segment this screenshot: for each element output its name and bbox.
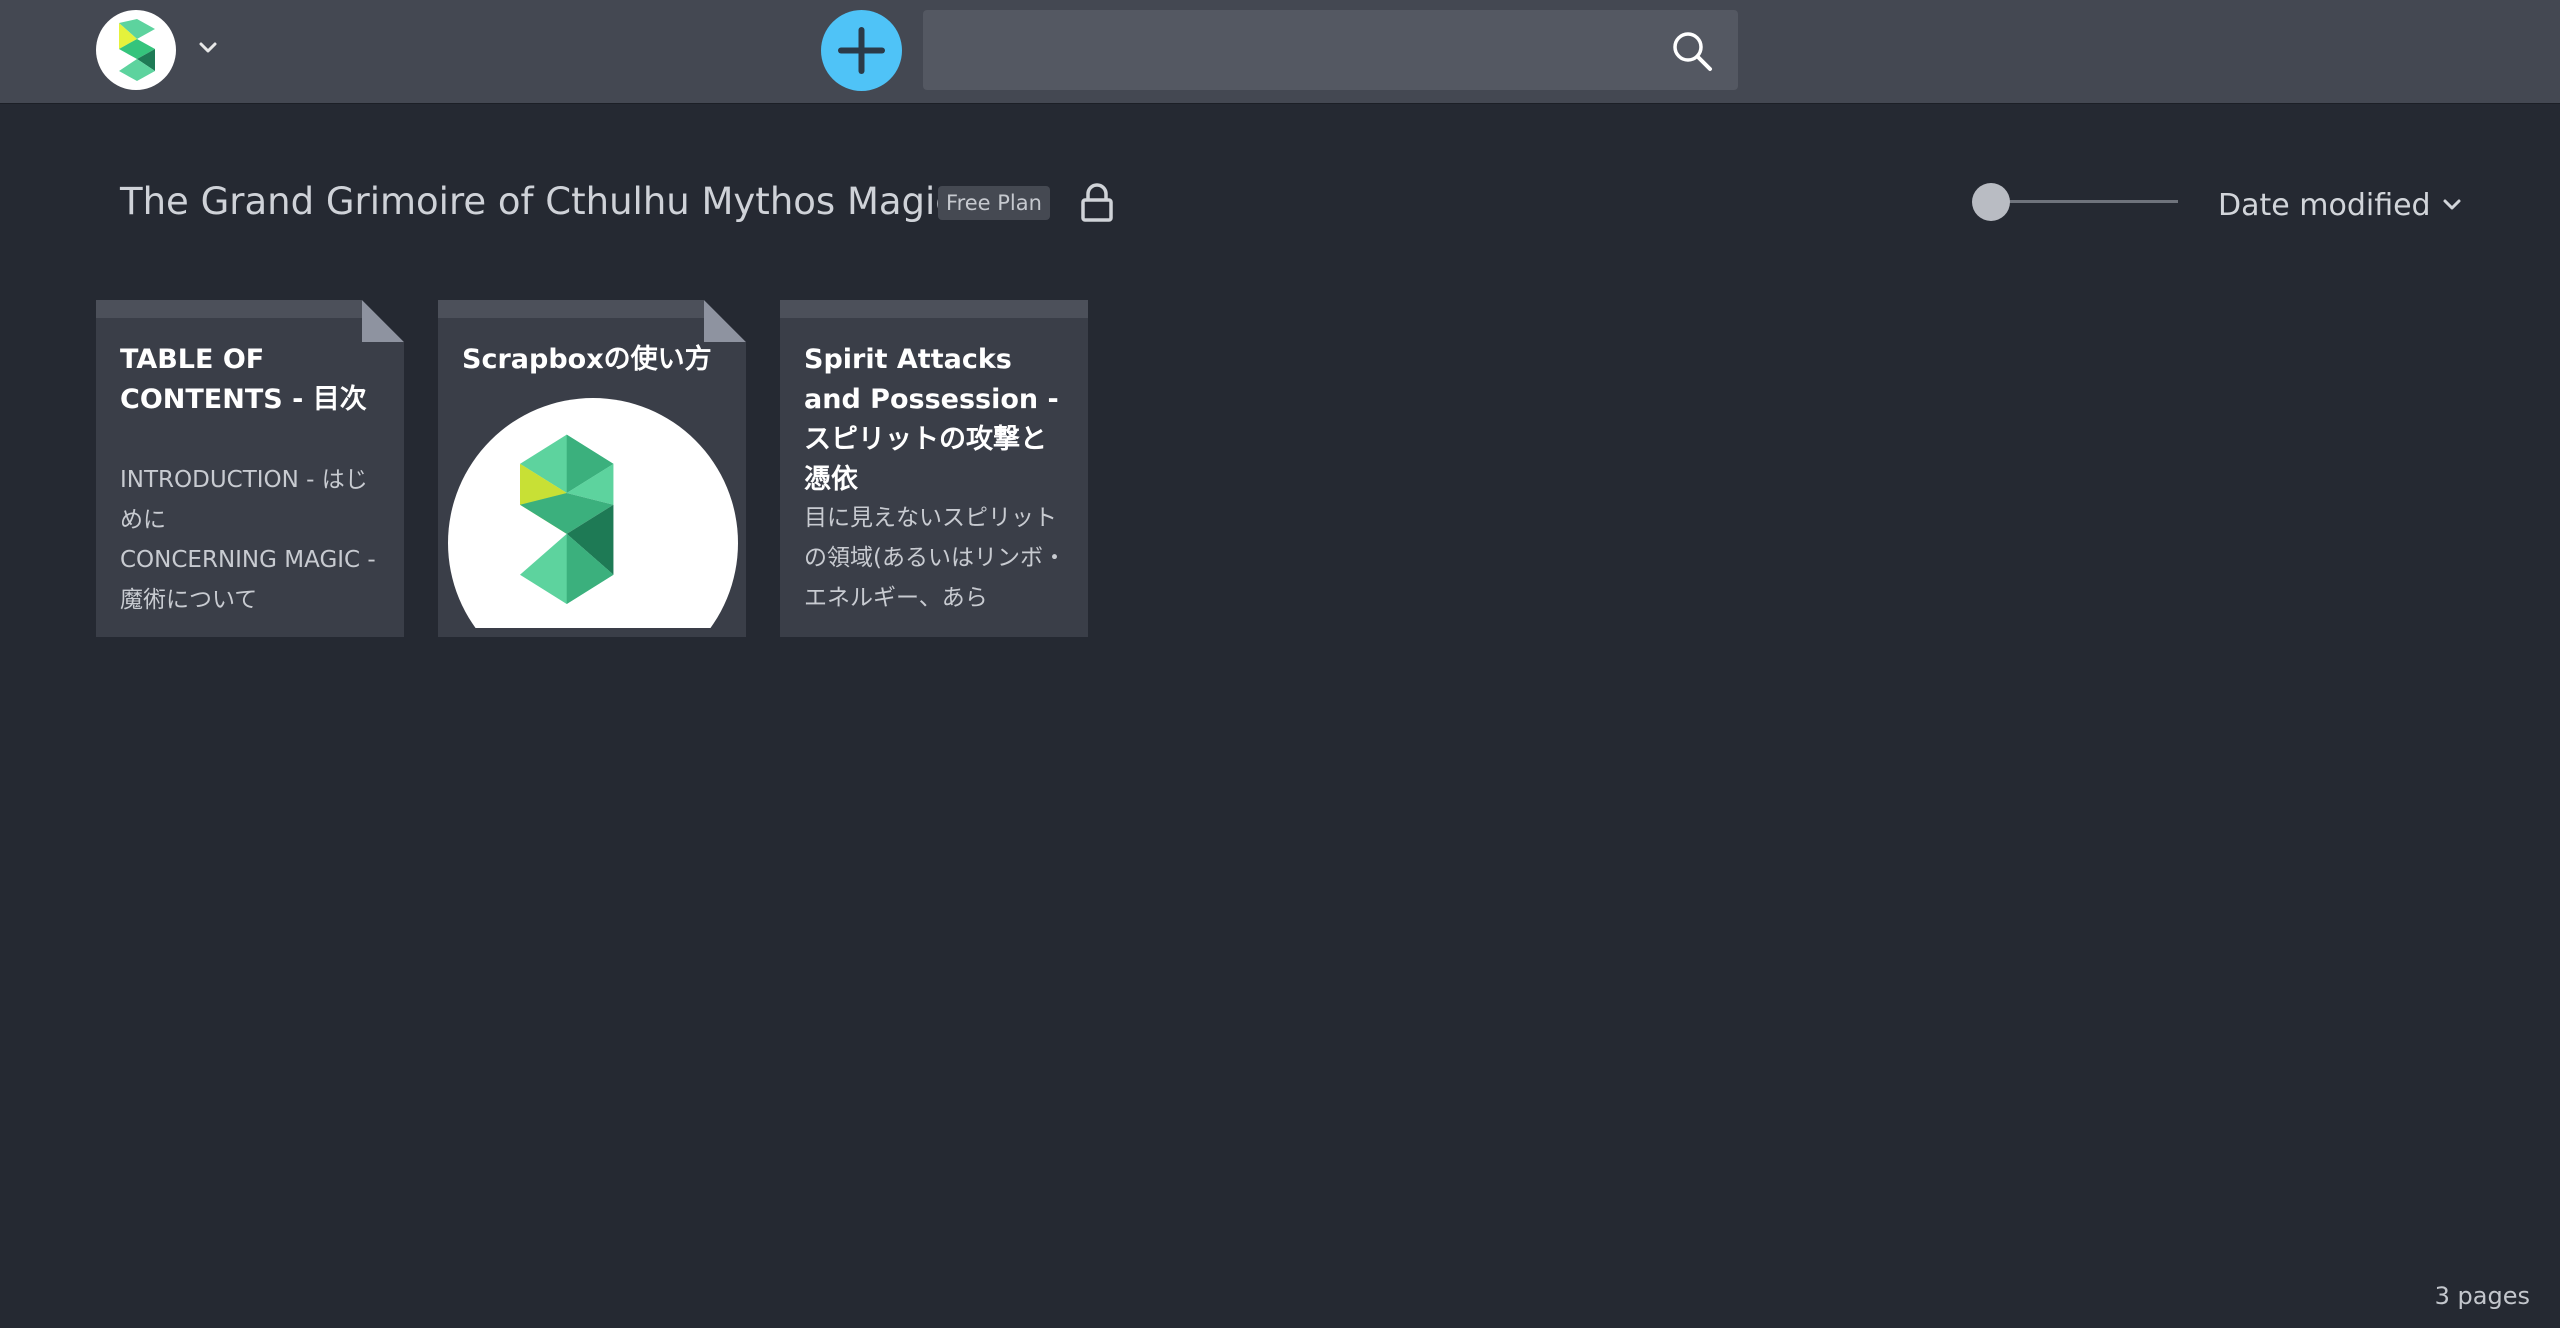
card-top-bar: [780, 300, 1088, 318]
search-box: [923, 10, 1738, 90]
project-title: The Grand Grimoire of Cthulhu Mythos Mag…: [120, 180, 956, 223]
page-card-title: Scrapboxの使い方: [462, 344, 712, 375]
scrapbox-logo-icon: [119, 19, 155, 81]
slider-track: [1984, 200, 2178, 203]
page-count: 3 pages: [2434, 1282, 2530, 1310]
page-card-description: INTRODUCTION - はじめに CONCERNING MAGIC - 魔…: [120, 467, 376, 613]
page-fold-icon: [704, 300, 746, 342]
page-card-how-to-use-scrapbox[interactable]: Scrapboxの使い方: [438, 300, 746, 637]
page-card-spirit-attacks[interactable]: Spirit Attacks and Possession - スピリットの攻撃…: [780, 300, 1088, 637]
lock-icon[interactable]: [1080, 183, 1114, 223]
zoom-slider[interactable]: [1972, 180, 2178, 224]
card-top-bar: [96, 300, 404, 318]
project-menu-chevron-down-icon[interactable]: [196, 36, 220, 60]
sort-dropdown[interactable]: Date modified: [2218, 184, 2463, 228]
page-card-table-of-contents[interactable]: TABLE OF CONTENTS - 目次 INTRODUCTION - はじ…: [96, 300, 404, 637]
chevron-down-icon: [2443, 199, 2461, 209]
card-top-bar: [438, 300, 746, 318]
search-input[interactable]: [923, 10, 1643, 90]
scrapbox-logo-icon: [520, 434, 614, 604]
top-navbar: [0, 0, 2560, 104]
page-card-thumbnail: [448, 398, 738, 628]
page-fold-icon: [362, 300, 404, 342]
project-logo-button[interactable]: [96, 10, 176, 90]
new-page-button[interactable]: [821, 10, 902, 91]
sort-label: Date modified: [2218, 188, 2431, 223]
plus-icon: [838, 27, 885, 74]
page-card-title: TABLE OF CONTENTS - 目次: [120, 344, 367, 415]
page-card-description: 目に見えないスピリットの領域(あるいはリンボ・エネルギー、あら: [804, 505, 1066, 611]
search-icon[interactable]: [1670, 29, 1714, 73]
page-card-title: Spirit Attacks and Possession - スピリットの攻撃…: [804, 344, 1059, 495]
plan-badge: Free Plan: [938, 186, 1050, 220]
slider-thumb[interactable]: [1972, 183, 2010, 221]
